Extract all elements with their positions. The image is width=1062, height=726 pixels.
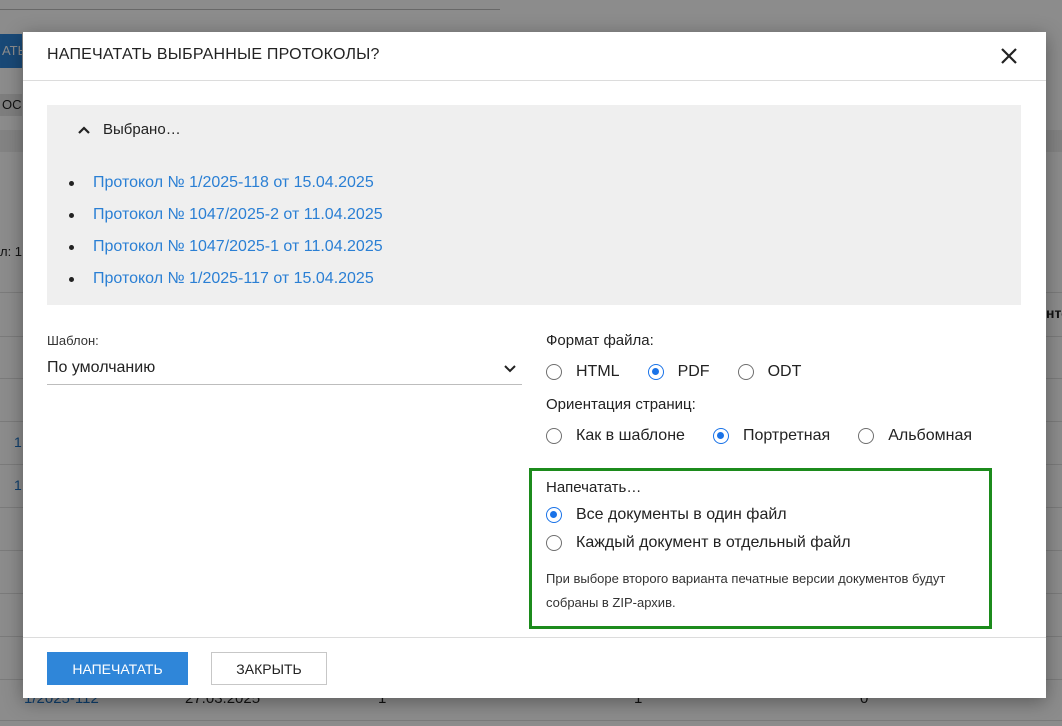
format-option-label: PDF	[677, 363, 710, 380]
radio-button[interactable]	[546, 535, 562, 551]
list-item: Протокол № 1047/2025-1 от 11.04.2025	[69, 231, 383, 263]
print-mode-single-file[interactable]: Все документы в один файл	[546, 506, 958, 524]
close-button[interactable]: ЗАКРЫТЬ	[211, 652, 327, 685]
print-button[interactable]: НАПЕЧАТАТЬ	[47, 652, 188, 685]
print-mode-option-label: Каждый документ в отдельный файл	[576, 534, 851, 551]
bullet	[69, 244, 74, 250]
selected-protocols-panel: Выбрано… Протокол № 1/2025-118 от 15.04.…	[47, 105, 1021, 305]
radio-button-checked[interactable]	[712, 428, 729, 444]
dialog-footer: НАПЕЧАТАТЬ ЗАКРЫТЬ	[23, 637, 1046, 698]
bullet	[69, 180, 74, 186]
format-option-pdf[interactable]: PDF	[647, 363, 710, 381]
radio-button[interactable]	[546, 428, 562, 444]
print-mode-option-label: Все документы в один файл	[576, 506, 787, 523]
zip-hint: При выборе второго варианта печатные вер…	[546, 571, 946, 610]
print-options: Формат файла: HTML PDF ODT Ориентация ст…	[546, 332, 1016, 445]
orientation-option-template[interactable]: Как в шаблоне	[546, 427, 685, 445]
print-protocols-dialog: НАПЕЧАТАТЬ ВЫБРАННЫЕ ПРОТОКОЛЫ? Выбрано……	[23, 32, 1046, 698]
orientation-option-label: Альбомная	[888, 427, 973, 444]
print-mode-options: Все документы в один файл Каждый докумен…	[546, 506, 986, 552]
orientation-option-label: Портретная	[742, 427, 831, 444]
print-mode-highlight: Напечатать… Все документы в один файл Ка…	[529, 468, 992, 629]
radio-button[interactable]	[546, 364, 562, 380]
print-mode-separate-files[interactable]: Каждый документ в отдельный файл	[546, 534, 958, 552]
orientation-option-label: Как в шаблоне	[576, 427, 685, 444]
radio-button-checked[interactable]	[546, 507, 562, 523]
protocol-link[interactable]: Протокол № 1047/2025-2 от 11.04.2025	[93, 206, 383, 224]
orientation-group: Как в шаблоне Портретная Альбомная	[546, 427, 1016, 445]
selected-toggle-label: Выбрано…	[103, 121, 181, 138]
file-format-group: HTML PDF ODT	[546, 363, 1016, 381]
radio-button-checked[interactable]	[647, 364, 664, 380]
format-option-html[interactable]: HTML	[546, 363, 620, 381]
list-item: Протокол № 1/2025-117 от 15.04.2025	[69, 263, 383, 295]
list-item: Протокол № 1/2025-118 от 15.04.2025	[69, 167, 383, 199]
print-mode-group: Напечатать… Все документы в один файл Ка…	[546, 479, 986, 615]
selected-toggle[interactable]: Выбрано…	[77, 121, 181, 138]
template-select[interactable]: По умолчанию	[47, 359, 522, 385]
format-option-label: ODT	[767, 363, 802, 380]
list-item: Протокол № 1047/2025-2 от 11.04.2025	[69, 199, 383, 231]
print-mode-label: Напечатать…	[546, 479, 642, 496]
file-format-label: Формат файла:	[546, 332, 654, 349]
radio-button[interactable]	[737, 364, 754, 380]
orientation-option-landscape[interactable]: Альбомная	[858, 427, 972, 445]
protocol-list: Протокол № 1/2025-118 от 15.04.2025 Прот…	[69, 167, 383, 295]
bullet	[69, 276, 74, 282]
template-label: Шаблон:	[47, 333, 99, 348]
protocol-link[interactable]: Протокол № 1/2025-118 от 15.04.2025	[93, 174, 374, 192]
format-option-label: HTML	[576, 363, 620, 380]
template-field: Шаблон: По умолчанию	[47, 333, 522, 385]
template-value: По умолчанию	[47, 359, 156, 376]
protocol-link[interactable]: Протокол № 1047/2025-1 от 11.04.2025	[93, 238, 383, 256]
orientation-option-portrait[interactable]: Портретная	[712, 427, 831, 445]
bullet	[69, 212, 74, 218]
dialog-title: НАПЕЧАТАТЬ ВЫБРАННЫЕ ПРОТОКОЛЫ?	[47, 46, 380, 63]
radio-button[interactable]	[858, 428, 875, 444]
protocol-link[interactable]: Протокол № 1/2025-117 от 15.04.2025	[93, 270, 374, 288]
chevron-up-icon	[78, 125, 90, 134]
close-icon[interactable]	[998, 45, 1020, 67]
format-option-odt[interactable]: ODT	[737, 363, 802, 381]
dialog-header: НАПЕЧАТАТЬ ВЫБРАННЫЕ ПРОТОКОЛЫ?	[23, 32, 1046, 81]
chevron-down-icon	[504, 365, 516, 373]
orientation-label: Ориентация страниц:	[546, 396, 696, 413]
